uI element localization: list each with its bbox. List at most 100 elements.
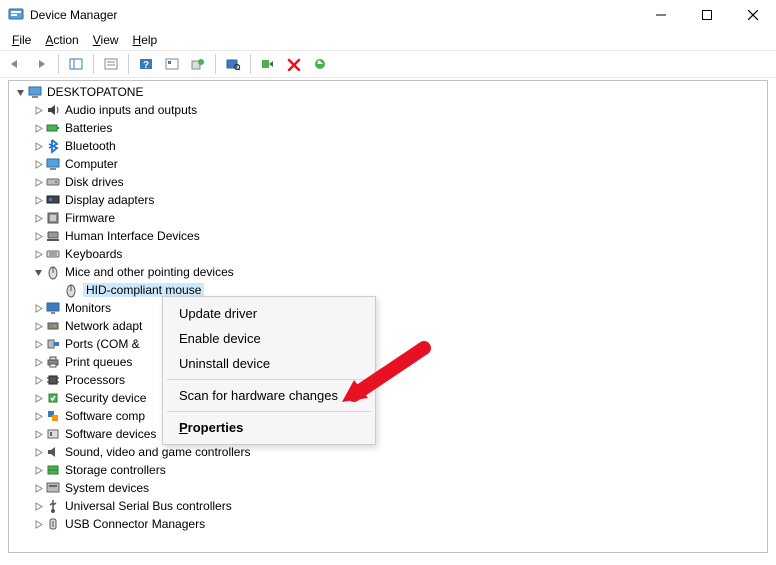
title-bar: Device Manager bbox=[0, 0, 776, 30]
properties-button[interactable] bbox=[100, 53, 122, 75]
expand-icon[interactable] bbox=[31, 427, 45, 441]
collapse-icon[interactable] bbox=[13, 85, 27, 99]
menu-bar: File Action View Help bbox=[0, 30, 776, 50]
tree-category[interactable]: Disk drives bbox=[9, 173, 767, 191]
expand-icon[interactable] bbox=[31, 481, 45, 495]
tree-category[interactable]: Batteries bbox=[9, 119, 767, 137]
tree-label: Ports (COM & bbox=[65, 337, 140, 351]
tree-category[interactable]: Keyboards bbox=[9, 245, 767, 263]
tree-category[interactable]: System devices bbox=[9, 479, 767, 497]
tree-category[interactable]: Processors bbox=[9, 371, 767, 389]
ctx-properties-rest: roperties bbox=[188, 420, 244, 435]
hid-icon bbox=[45, 228, 61, 244]
ctx-update-driver[interactable]: Update driver bbox=[165, 301, 373, 326]
expand-icon[interactable] bbox=[31, 211, 45, 225]
maximize-button[interactable] bbox=[684, 0, 730, 30]
tree-category[interactable]: Monitors bbox=[9, 299, 767, 317]
menu-action[interactable]: Action bbox=[39, 32, 84, 48]
expand-icon[interactable] bbox=[31, 175, 45, 189]
forward-button[interactable] bbox=[30, 53, 52, 75]
expand-icon[interactable] bbox=[31, 499, 45, 513]
ctx-separator bbox=[167, 411, 371, 412]
expand-icon[interactable] bbox=[31, 247, 45, 261]
tree-category[interactable]: Security device bbox=[9, 389, 767, 407]
minimize-button[interactable] bbox=[638, 0, 684, 30]
ctx-separator bbox=[167, 379, 371, 380]
tree-category[interactable]: Display adapters bbox=[9, 191, 767, 209]
tree-category[interactable]: Universal Serial Bus controllers bbox=[9, 497, 767, 515]
expand-icon[interactable] bbox=[31, 103, 45, 117]
ctx-uninstall-device[interactable]: Uninstall device bbox=[165, 351, 373, 376]
close-button[interactable] bbox=[730, 0, 776, 30]
context-menu: Update driver Enable device Uninstall de… bbox=[162, 296, 376, 445]
tree-category[interactable]: Network adapt bbox=[9, 317, 767, 335]
usb-icon bbox=[45, 498, 61, 514]
tree-label: Universal Serial Bus controllers bbox=[65, 499, 232, 513]
tree-category[interactable]: Computer bbox=[9, 155, 767, 173]
tree-label: Computer bbox=[65, 157, 118, 171]
collapse-icon[interactable] bbox=[31, 265, 45, 279]
window-title: Device Manager bbox=[30, 8, 117, 22]
tree-category[interactable]: Human Interface Devices bbox=[9, 227, 767, 245]
expand-icon[interactable] bbox=[31, 319, 45, 333]
expand-icon[interactable] bbox=[31, 157, 45, 171]
expand-icon[interactable] bbox=[31, 355, 45, 369]
tree-device-selected[interactable]: HID-compliant mouse bbox=[9, 281, 767, 299]
computer-icon bbox=[45, 156, 61, 172]
menu-help[interactable]: Help bbox=[127, 32, 164, 48]
scan-hardware-button[interactable] bbox=[222, 53, 244, 75]
expand-icon[interactable] bbox=[31, 517, 45, 531]
tree-label: Disk drives bbox=[65, 175, 124, 189]
expand-icon[interactable] bbox=[31, 391, 45, 405]
system-icon bbox=[45, 480, 61, 496]
show-hide-tree-button[interactable] bbox=[65, 53, 87, 75]
refresh-button[interactable] bbox=[309, 53, 331, 75]
expand-icon[interactable] bbox=[31, 229, 45, 243]
expand-icon[interactable] bbox=[31, 373, 45, 387]
expand-icon[interactable] bbox=[31, 193, 45, 207]
ctx-properties[interactable]: Properties bbox=[165, 415, 373, 440]
tree-category[interactable]: Audio inputs and outputs bbox=[9, 101, 767, 119]
tree-root[interactable]: DESKTOPATONE bbox=[9, 83, 767, 101]
expand-icon[interactable] bbox=[31, 409, 45, 423]
tree-category[interactable]: Ports (COM & bbox=[9, 335, 767, 353]
tree-category[interactable]: Software devices bbox=[9, 425, 767, 443]
tree-label: Monitors bbox=[65, 301, 111, 315]
expand-icon[interactable] bbox=[31, 301, 45, 315]
tree-category[interactable]: Sound, video and game controllers bbox=[9, 443, 767, 461]
tree-label: Security device bbox=[65, 391, 146, 405]
expand-icon[interactable] bbox=[31, 121, 45, 135]
tree-label: USB Connector Managers bbox=[65, 517, 205, 531]
menu-file[interactable]: File bbox=[6, 32, 37, 48]
expand-icon[interactable] bbox=[31, 463, 45, 477]
tree-label: Print queues bbox=[65, 355, 132, 369]
tree-label: Firmware bbox=[65, 211, 115, 225]
expand-icon[interactable] bbox=[31, 445, 45, 459]
display-adapter-icon bbox=[45, 192, 61, 208]
tree-category[interactable]: Bluetooth bbox=[9, 137, 767, 155]
security-icon bbox=[45, 390, 61, 406]
action-icon-1[interactable] bbox=[161, 53, 183, 75]
tree-label: System devices bbox=[65, 481, 149, 495]
uninstall-device-button[interactable] bbox=[283, 53, 305, 75]
back-button[interactable] bbox=[4, 53, 26, 75]
tree-label: Bluetooth bbox=[65, 139, 116, 153]
ctx-scan-hardware[interactable]: Scan for hardware changes bbox=[165, 383, 373, 408]
tree-label: Storage controllers bbox=[65, 463, 166, 477]
ctx-enable-device[interactable]: Enable device bbox=[165, 326, 373, 351]
tree-category[interactable]: USB Connector Managers bbox=[9, 515, 767, 533]
menu-view[interactable]: View bbox=[87, 32, 125, 48]
help-button[interactable]: ? bbox=[135, 53, 157, 75]
tree-category[interactable]: Software comp bbox=[9, 407, 767, 425]
enable-device-button[interactable] bbox=[257, 53, 279, 75]
expand-icon[interactable] bbox=[31, 337, 45, 351]
tree-category[interactable]: Print queues bbox=[9, 353, 767, 371]
device-tree-panel[interactable]: DESKTOPATONE Audio inputs and outputs Ba… bbox=[8, 80, 768, 553]
tree-category-mice[interactable]: Mice and other pointing devices bbox=[9, 263, 767, 281]
svg-text:?: ? bbox=[143, 60, 149, 71]
expand-icon[interactable] bbox=[31, 139, 45, 153]
update-driver-button[interactable] bbox=[187, 53, 209, 75]
tree-category[interactable]: Firmware bbox=[9, 209, 767, 227]
tree-category[interactable]: Storage controllers bbox=[9, 461, 767, 479]
monitor-icon bbox=[45, 300, 61, 316]
